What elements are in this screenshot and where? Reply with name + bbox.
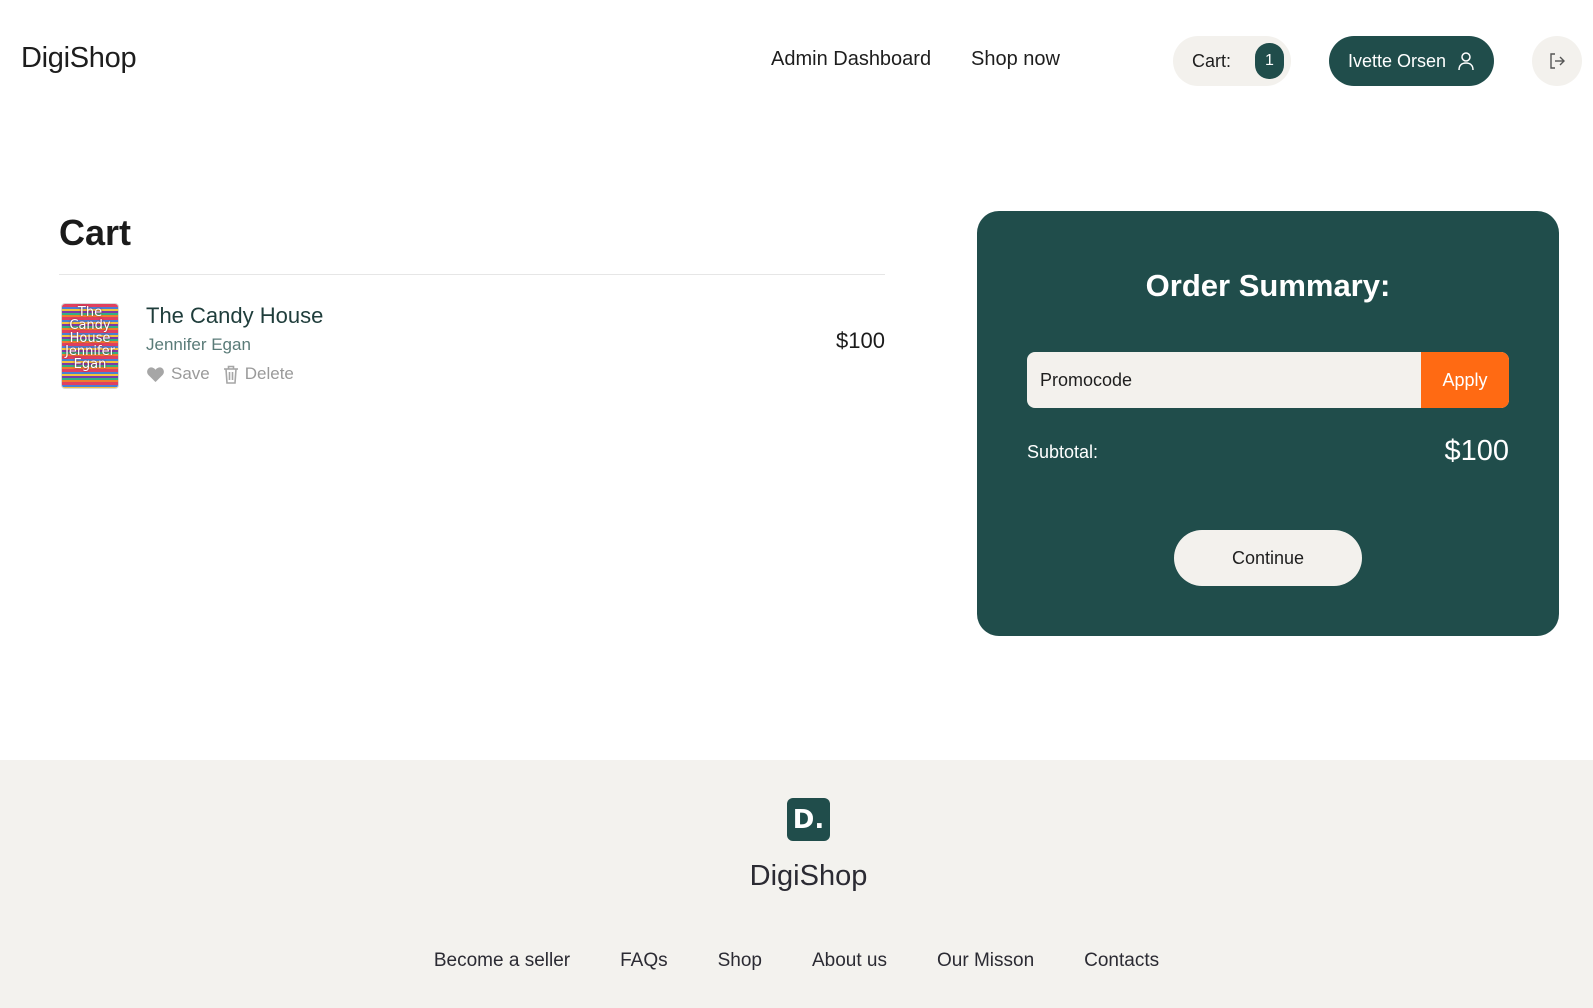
trash-icon (223, 365, 238, 384)
cart-divider (59, 274, 885, 275)
logout-icon (1550, 53, 1565, 69)
footer-link-about-us[interactable]: About us (812, 950, 887, 972)
save-button[interactable]: Save (146, 364, 210, 384)
book-cover-text: The Candy House Jennifer Egan (65, 305, 115, 372)
subtotal-value: $100 (1444, 435, 1509, 467)
logout-button[interactable] (1532, 36, 1582, 86)
footer-link-contacts[interactable]: Contacts (1084, 950, 1159, 972)
cart-count-badge: 1 (1255, 43, 1284, 79)
order-summary-title: Order Summary: (1145, 268, 1391, 303)
site-footer: D. DigiShop Become a seller FAQs Shop Ab… (0, 760, 1593, 1008)
heart-icon (147, 366, 164, 382)
delete-button[interactable]: Delete (223, 364, 294, 384)
item-author: Jennifer Egan (146, 335, 251, 354)
item-title[interactable]: The Candy House (146, 303, 323, 329)
promocode-input[interactable] (1027, 352, 1421, 408)
footer-brand: DigiShop (749, 860, 868, 892)
footer-link-our-mission[interactable]: Our Misson (937, 950, 1034, 972)
footer-nav: Become a seller FAQs Shop About us Our M… (0, 950, 1593, 972)
promocode-form: Apply (1027, 352, 1509, 408)
cart-button[interactable]: Cart: 1 (1173, 36, 1291, 86)
user-icon (1458, 52, 1474, 71)
cart-label: Cart: (1192, 50, 1232, 71)
brand-logo[interactable]: DigiShop (21, 42, 137, 75)
cart-title: Cart (59, 212, 132, 253)
nav-admin-dashboard[interactable]: Admin Dashboard (771, 48, 931, 71)
footer-link-shop[interactable]: Shop (718, 950, 762, 972)
apply-promocode-button[interactable]: Apply (1421, 352, 1509, 408)
user-name: Ivette Orsen (1348, 50, 1447, 71)
delete-label: Delete (244, 364, 294, 383)
nav-shop-now[interactable]: Shop now (971, 48, 1060, 71)
cart-item: The Candy House Jennifer Egan The Candy … (59, 300, 885, 392)
subtotal-label: Subtotal: (1027, 442, 1099, 462)
continue-button[interactable]: Continue (1174, 530, 1362, 586)
footer-logo-icon[interactable]: D. (787, 798, 830, 841)
user-account-button[interactable]: Ivette Orsen (1329, 36, 1494, 86)
order-summary-panel: Order Summary: Apply Subtotal: $100 Cont… (977, 211, 1559, 636)
site-header: DigiShop Admin Dashboard Shop now Cart: … (0, 0, 1593, 122)
item-price: $100 (836, 328, 885, 353)
save-label: Save (171, 364, 210, 383)
footer-link-faqs[interactable]: FAQs (620, 950, 668, 972)
footer-link-become-seller[interactable]: Become a seller (434, 950, 570, 972)
book-cover-image[interactable]: The Candy House Jennifer Egan (62, 304, 118, 388)
item-actions: Save Delete (146, 364, 307, 384)
